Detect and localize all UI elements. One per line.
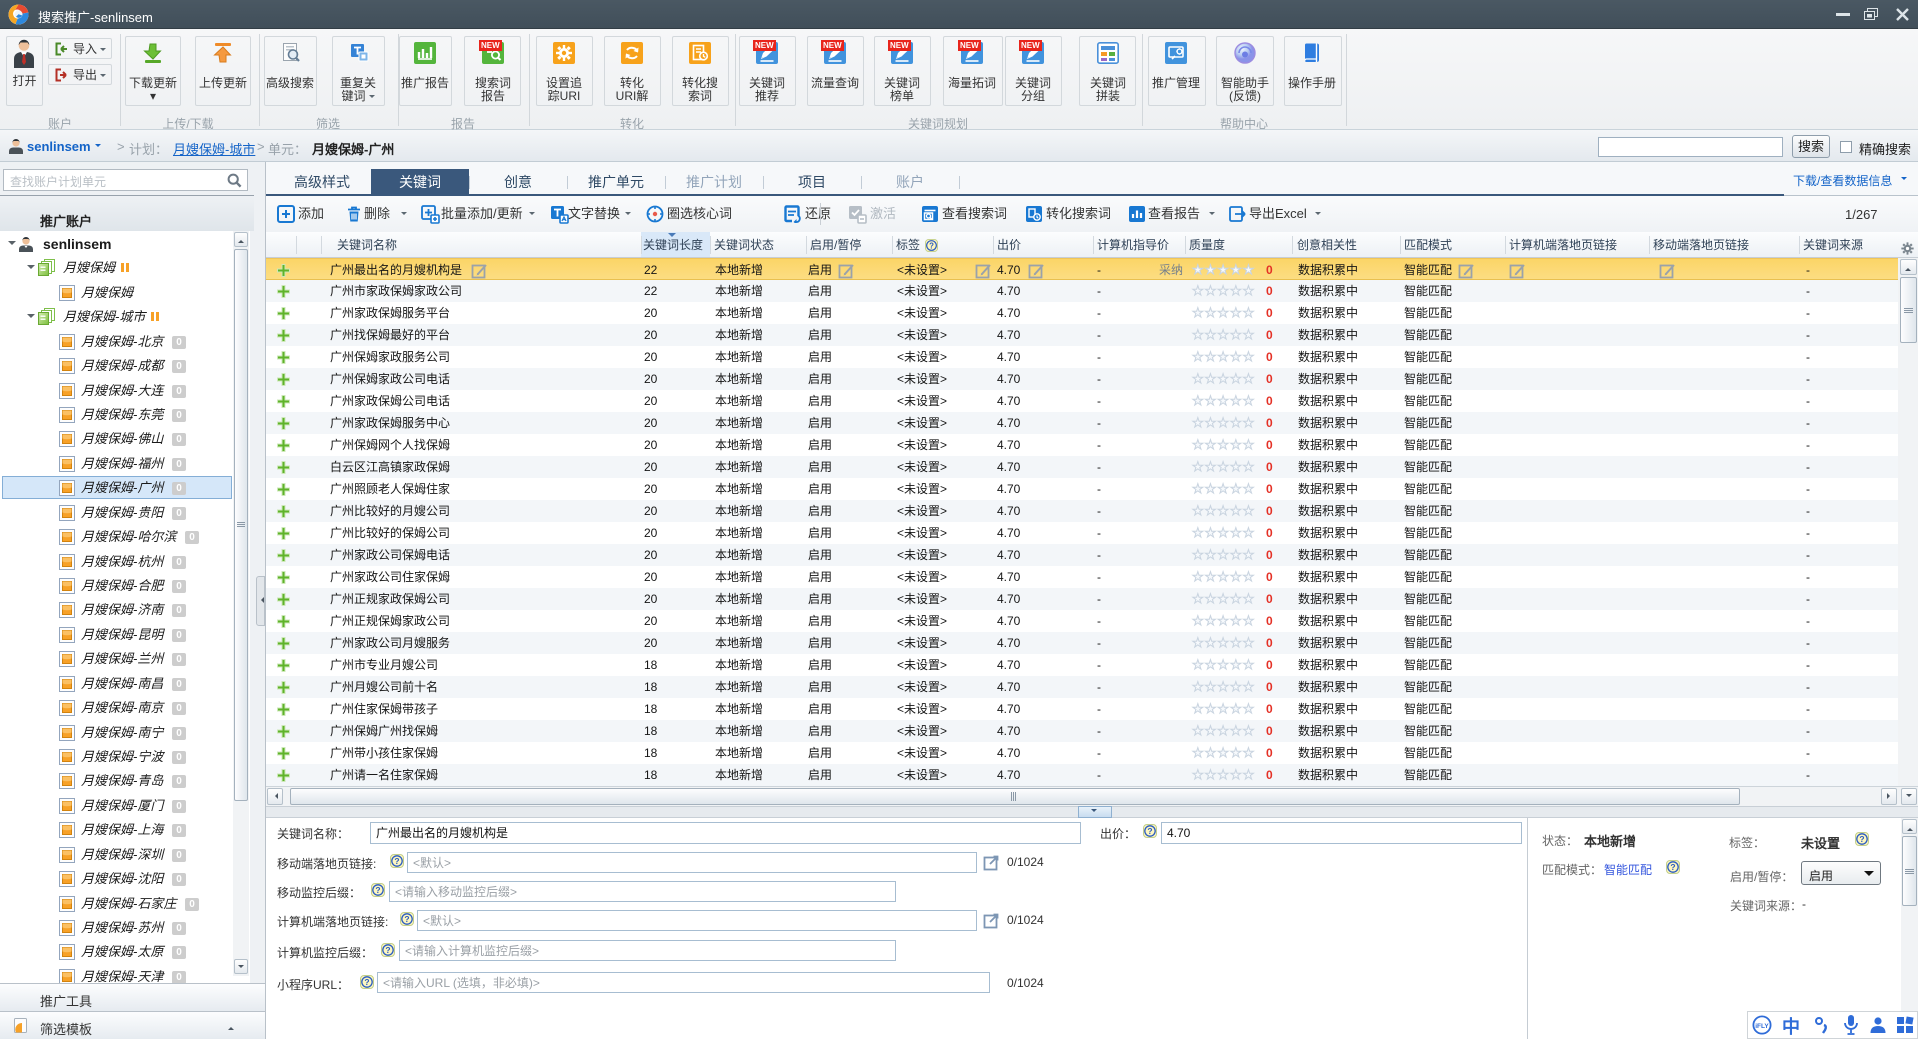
svg-text:?: ? xyxy=(375,885,380,895)
svg-text:?: ? xyxy=(1670,862,1675,872)
svg-text:?: ? xyxy=(1859,834,1864,844)
svg-text:?: ? xyxy=(1147,826,1152,836)
svg-text:?: ? xyxy=(394,856,399,866)
svg-text:iFLY: iFLY xyxy=(1755,1023,1769,1030)
svg-text:?: ? xyxy=(404,914,409,924)
svg-text:?: ? xyxy=(929,241,934,250)
svg-text:?: ? xyxy=(364,977,369,987)
svg-text:?: ? xyxy=(385,945,390,955)
